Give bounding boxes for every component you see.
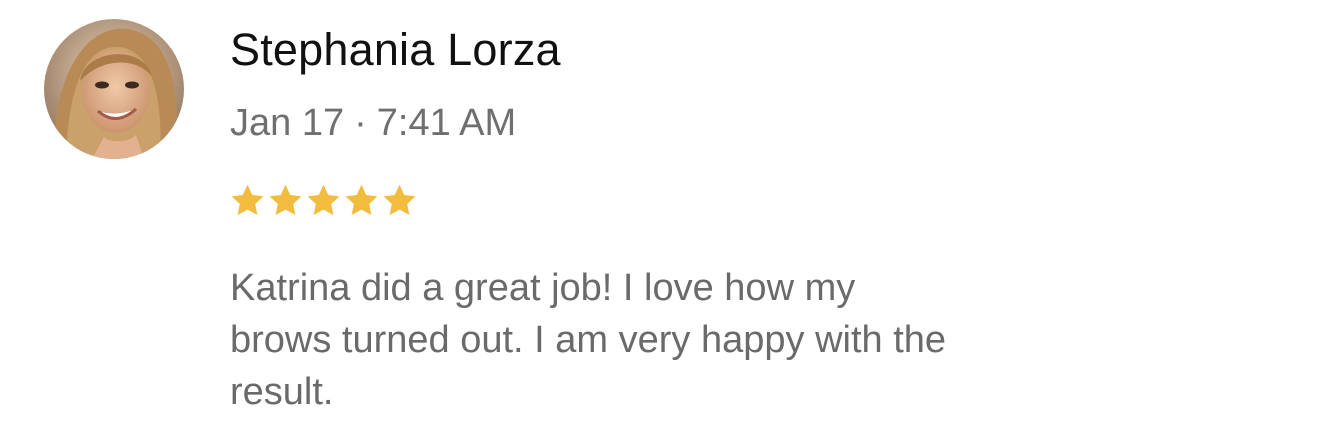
timestamp-separator: ·: [354, 102, 367, 144]
review-timestamp: Jan 17 · 7:41 AM: [230, 98, 516, 148]
star-icon: [381, 182, 418, 224]
review-date: Jan 17: [230, 102, 345, 144]
star-rating: [229, 182, 418, 224]
avatar[interactable]: [44, 19, 184, 159]
star-icon: [305, 182, 342, 224]
profile-photo-icon: [44, 19, 184, 159]
star-icon: [267, 182, 304, 224]
reviewer-name[interactable]: Stephania Lorza: [230, 22, 561, 78]
review-card: Stephania Lorza Jan 17 · 7:41 AM Katrina d…: [0, 0, 1319, 443]
star-icon: [343, 182, 380, 224]
review-text: Katrina did a great job! I love how my b…: [230, 267, 947, 413]
star-icon: [229, 182, 266, 224]
review-time: 7:41 AM: [376, 102, 517, 144]
